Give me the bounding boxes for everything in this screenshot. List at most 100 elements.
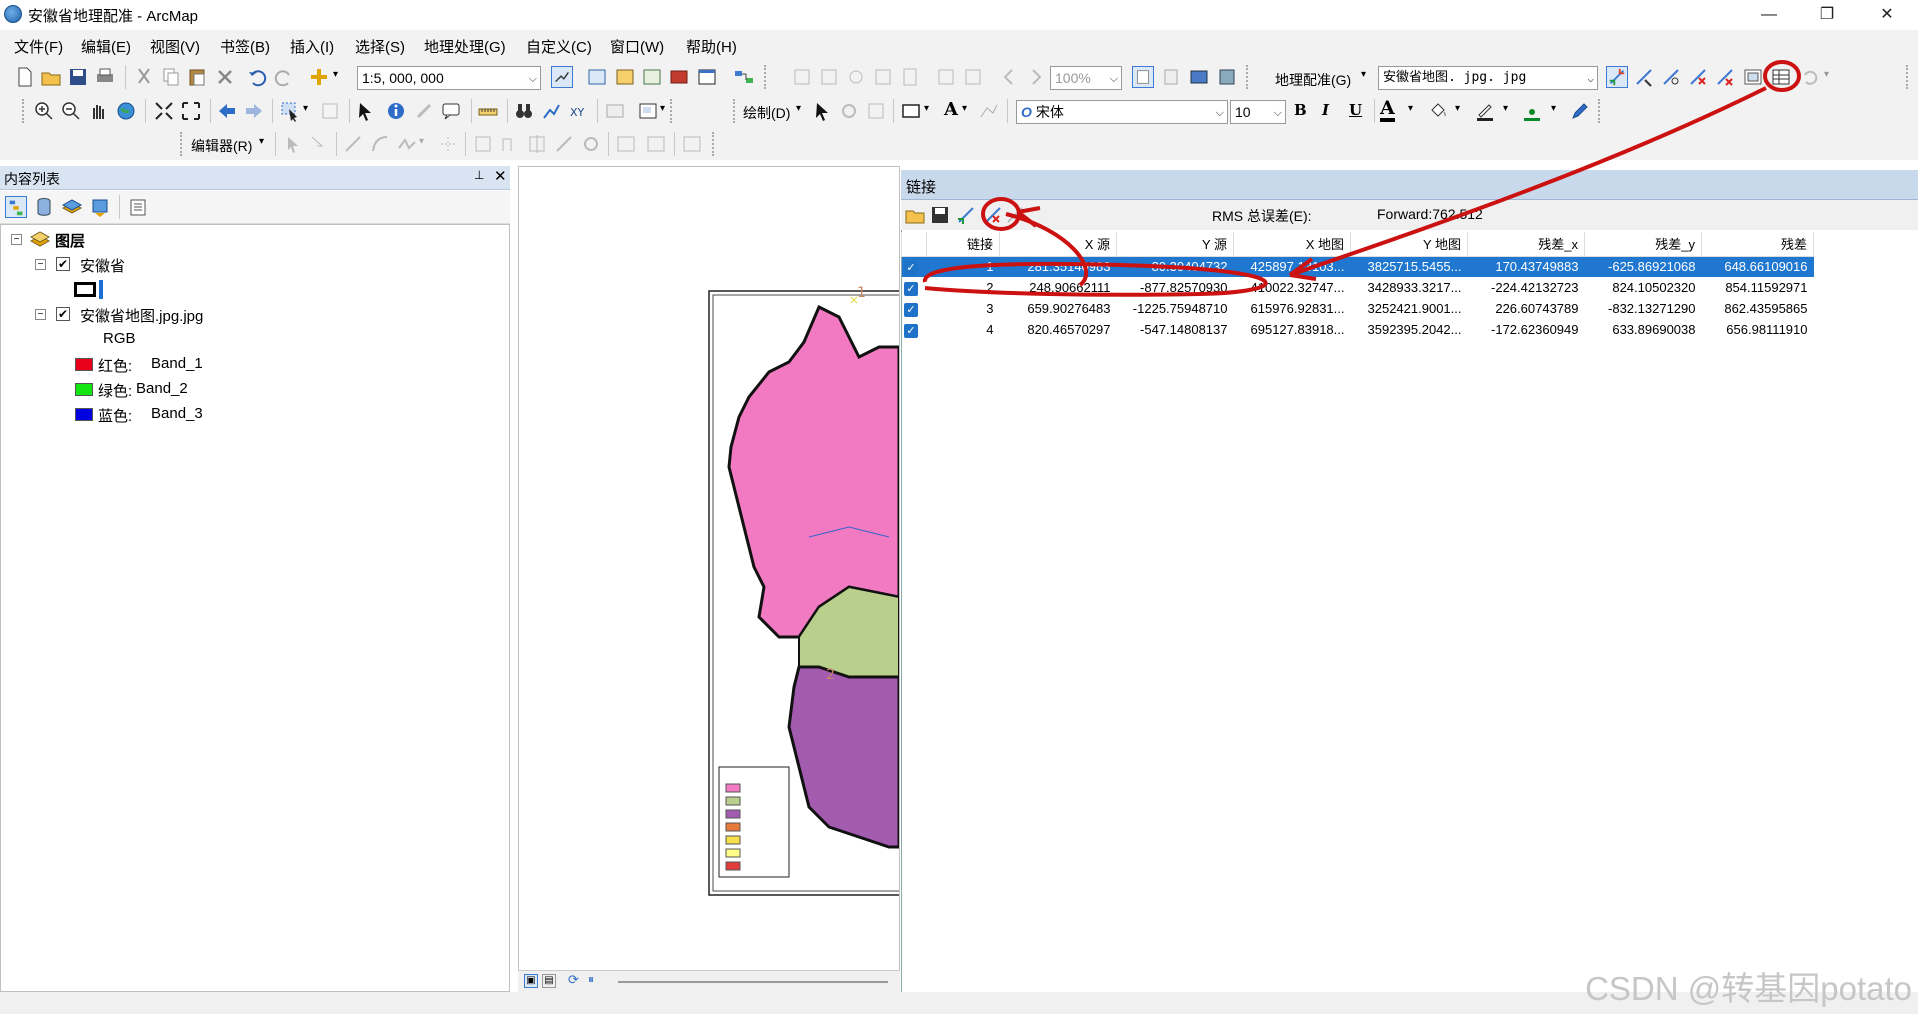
menu-help[interactable]: 帮助(H) <box>686 36 737 57</box>
add-link-icon[interactable] <box>1004 204 1026 226</box>
pan-hand-icon[interactable] <box>87 100 109 122</box>
identify-icon[interactable] <box>385 100 407 122</box>
draw-select-arrow-icon[interactable] <box>811 100 833 122</box>
map-scale-combobox[interactable]: 1:5, 000, 000 ⌵ <box>357 66 541 90</box>
pause-drawing-icon[interactable]: ⏸ <box>588 972 594 987</box>
hyperlink-icon[interactable] <box>413 100 435 122</box>
layout-next-extent-icon[interactable] <box>1025 66 1047 88</box>
view-link-table-icon[interactable] <box>1770 66 1792 88</box>
layout-fixed-zoom-out-icon[interactable] <box>962 66 984 88</box>
editor-menu-dropdown-icon[interactable]: ▾ <box>259 136 264 147</box>
data-driven-pages-icon[interactable] <box>1216 66 1238 88</box>
html-popup-icon[interactable] <box>440 100 462 122</box>
column-header[interactable]: X 源 <box>999 232 1117 257</box>
line-color-pen-icon[interactable] <box>1474 100 1496 122</box>
layout-previous-extent-icon[interactable] <box>998 66 1020 88</box>
table-of-contents-icon[interactable] <box>586 66 608 88</box>
new-document-icon[interactable] <box>14 66 36 88</box>
toc-options-icon[interactable] <box>127 196 149 218</box>
georeferenced-map-image[interactable]: 1 2 <box>519 167 910 967</box>
viewer-icon[interactable] <box>1742 66 1764 88</box>
layer-anhui-collapse-toggle[interactable]: − <box>35 259 46 270</box>
link-enabled-checkbox[interactable]: ✓ <box>904 323 918 338</box>
layout-zoom-out-icon[interactable] <box>818 66 840 88</box>
map-display[interactable]: 1 2 <box>518 166 910 992</box>
rectangle-tool-icon[interactable] <box>900 100 922 122</box>
rectangle-dropdown-icon[interactable]: ▾ <box>924 103 929 114</box>
column-header[interactable]: 残差_y <box>1584 232 1702 257</box>
full-extent-globe-icon[interactable] <box>115 100 137 122</box>
save-icon[interactable] <box>67 66 89 88</box>
rotate-link-icon[interactable] <box>1714 66 1736 88</box>
rotate-feature-icon[interactable] <box>580 133 602 155</box>
catalog-icon[interactable] <box>614 66 636 88</box>
table-row[interactable]: ✓ 4 820.46570297 -547.14808137 695127.83… <box>902 319 1814 340</box>
georeferencing-menu[interactable]: 地理配准(G) <box>1275 70 1351 90</box>
cut-icon[interactable] <box>133 66 155 88</box>
create-features-icon[interactable] <box>681 133 703 155</box>
list-by-drawing-order-icon[interactable] <box>5 196 27 218</box>
select-link-icon[interactable] <box>1633 66 1655 88</box>
time-slider-icon[interactable] <box>604 100 626 122</box>
table-row[interactable]: ✓ 2 248.90662111 -877.82570930 410022.32… <box>902 277 1814 298</box>
delete-icon[interactable] <box>214 66 236 88</box>
draw-menu-dropdown-icon[interactable]: ▾ <box>796 103 801 114</box>
end-point-arc-icon[interactable] <box>369 133 391 155</box>
column-header[interactable]: 链接 <box>926 232 1000 257</box>
cut-polygons-icon[interactable] <box>526 133 548 155</box>
find-binoculars-icon[interactable] <box>513 100 535 122</box>
split-tool-icon[interactable] <box>553 133 575 155</box>
layer-anhui-symbol[interactable] <box>74 282 96 297</box>
edit-tool-icon[interactable] <box>282 133 304 155</box>
layout-full-extent-icon[interactable] <box>872 66 894 88</box>
layer-jpg-collapse-toggle[interactable]: − <box>35 309 46 320</box>
bold-button[interactable]: B <box>1294 101 1307 119</box>
link-enabled-checkbox[interactable]: ✓ <box>904 302 918 317</box>
text-tool-icon[interactable]: A <box>944 99 958 120</box>
select-elements-arrow-icon[interactable] <box>354 100 376 122</box>
layer-anhui-checkbox[interactable]: ✔ <box>56 257 70 271</box>
go-back-arrow-icon[interactable] <box>216 100 238 122</box>
minimize-button[interactable]: — <box>1746 2 1792 28</box>
add-data-icon[interactable] <box>308 66 330 88</box>
sketch-properties-icon[interactable] <box>645 133 667 155</box>
fill-color-bucket-icon[interactable] <box>1427 100 1449 122</box>
select-features-icon[interactable] <box>279 100 301 122</box>
marker-color-dropdown-icon[interactable]: ▾ <box>1551 103 1556 114</box>
point-tool-icon[interactable] <box>437 133 459 155</box>
font-color-button[interactable]: A <box>1380 98 1395 122</box>
layout-zoom-combobox[interactable]: 100% ⌵ <box>1050 66 1122 90</box>
link-enabled-checkbox[interactable]: ✓ <box>904 281 918 296</box>
layout-fixed-zoom-in-icon[interactable] <box>935 66 957 88</box>
zoom-in-icon[interactable] <box>33 100 55 122</box>
zoom-to-selected-link-icon[interactable] <box>1660 66 1682 88</box>
toggle-draft-mode-icon[interactable] <box>1132 66 1154 88</box>
editor-toolbar-icon[interactable] <box>551 66 573 88</box>
list-by-selection-icon[interactable] <box>89 196 111 218</box>
edit-vertices-editor-icon[interactable] <box>472 133 494 155</box>
measure-icon[interactable] <box>477 100 499 122</box>
open-folder-icon[interactable] <box>40 66 62 88</box>
find-route-icon[interactable] <box>540 100 562 122</box>
fixed-zoom-in-icon[interactable] <box>153 100 175 122</box>
menu-file[interactable]: 文件(F) <box>14 36 63 57</box>
load-links-folder-icon[interactable] <box>904 204 926 226</box>
layer-anhui-name[interactable]: 安徽省 <box>80 255 125 276</box>
layer-jpg-checkbox[interactable]: ✔ <box>56 307 70 321</box>
rotate-dropdown-icon[interactable]: ▾ <box>1824 69 1829 80</box>
draw-menu[interactable]: 绘制(D) <box>743 103 790 123</box>
edit-vertices-icon[interactable] <box>978 100 1000 122</box>
link-enabled-checkbox[interactable]: ✓ <box>904 260 918 275</box>
zoom-to-selected-elements-icon[interactable] <box>865 100 887 122</box>
restore-button[interactable]: ❐ <box>1804 2 1850 28</box>
list-by-visibility-icon[interactable] <box>61 196 83 218</box>
text-tool-dropdown-icon[interactable]: ▾ <box>962 103 967 114</box>
layout-zoom-whole-page-icon[interactable] <box>899 66 921 88</box>
layer-jpg-name[interactable]: 安徽省地图.jpg.jpg <box>80 305 203 326</box>
go-forward-arrow-icon[interactable] <box>243 100 265 122</box>
menu-windows[interactable]: 窗口(W) <box>610 36 664 57</box>
data-view-icon[interactable]: ▣ <box>524 974 538 988</box>
delete-link-icon[interactable] <box>1687 66 1709 88</box>
line-color-dropdown-icon[interactable]: ▾ <box>1503 103 1508 114</box>
menu-geoprocessing[interactable]: 地理处理(G) <box>424 36 506 57</box>
